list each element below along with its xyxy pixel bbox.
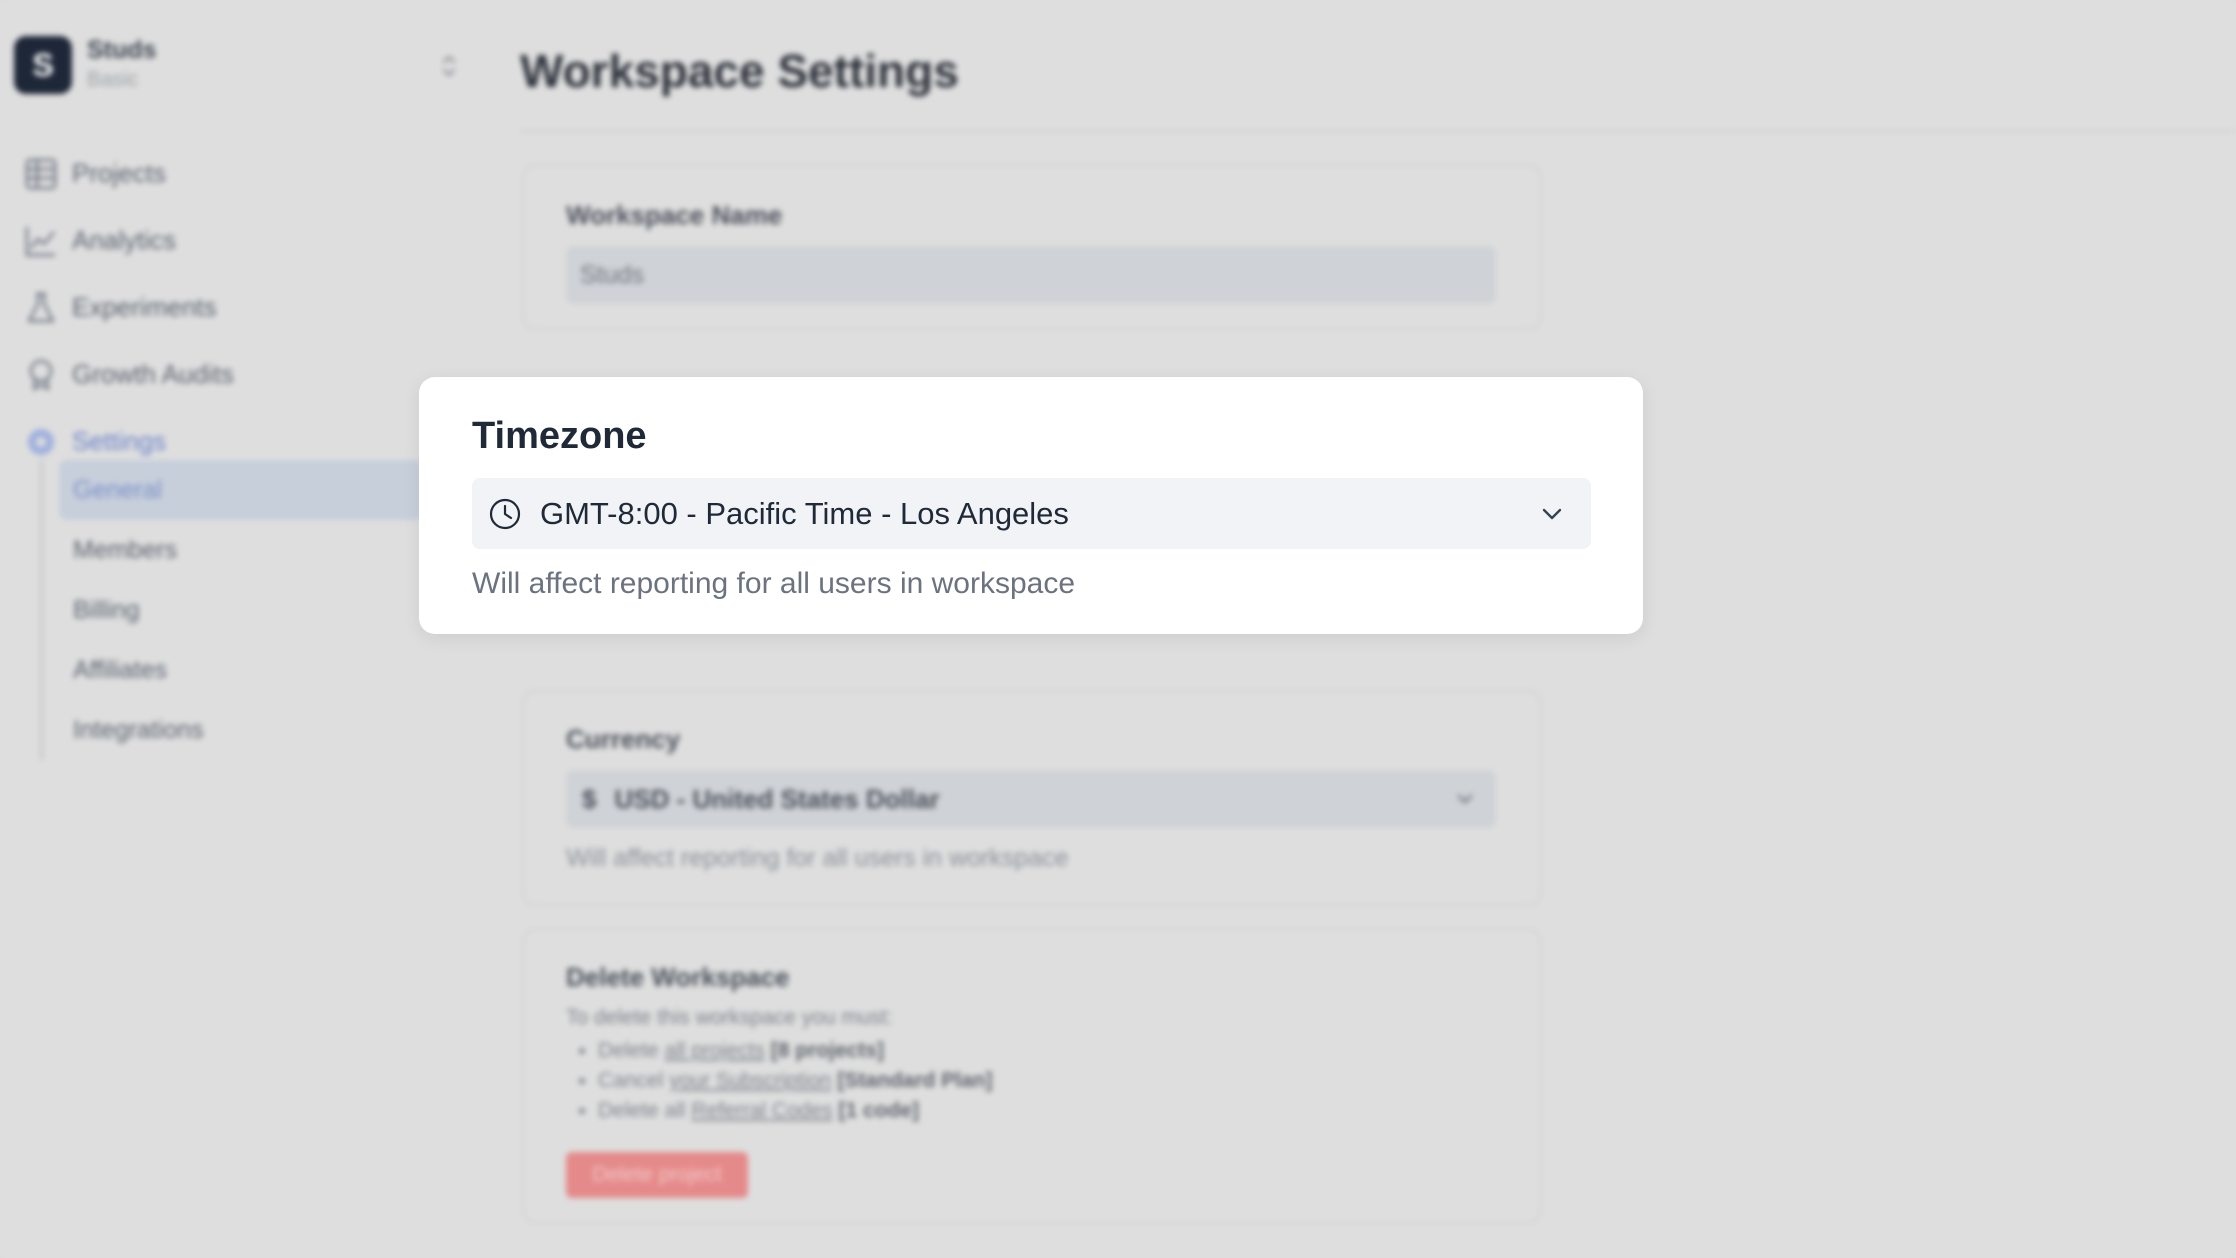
all-projects-link[interactable]: all projects (665, 1039, 765, 1062)
list-item: Delete all Referral Codes [1 code] (598, 1096, 993, 1126)
timezone-help-text: Will affect reporting for all users in w… (472, 567, 1076, 600)
workspace-plan: Basic (87, 68, 139, 91)
chart-line-icon (25, 226, 55, 256)
chevron-down-icon (1542, 508, 1562, 520)
sidebar-item-label: Analytics (72, 225, 177, 255)
timezone-title: Timezone (472, 415, 647, 457)
list-item: Delete all projects [8 projects] (598, 1036, 993, 1066)
timezone-select[interactable]: GMT-8:00 - Pacific Time - Los Angeles (472, 478, 1591, 549)
sidebar-item-label: Growth Audits (72, 359, 234, 389)
dollar-icon: $ (582, 783, 597, 814)
sidebar-nav: Projects Analytics Experiments Growth Au… (24, 140, 424, 475)
delete-requirements-list: Delete all projects [8 projects] Cancel … (566, 1036, 993, 1126)
subscription-link[interactable]: your Subscription (669, 1069, 831, 1092)
subnav-item-members[interactable]: Members (43, 520, 423, 580)
list-item: Cancel your Subscription [Standard Plan] (598, 1066, 993, 1096)
workspace-name: Studs (87, 36, 157, 64)
page-title: Workspace Settings (520, 45, 959, 97)
currency-label: Currency (566, 724, 681, 754)
sidebar-item-growth-audits[interactable]: Growth Audits (24, 341, 424, 408)
subnav-item-general[interactable]: General (59, 460, 423, 520)
currency-value: USD - United States Dollar (614, 783, 940, 814)
delete-intro-text: To delete this workspace you must: (566, 1006, 893, 1029)
workspace-name-label: Workspace Name (566, 200, 783, 230)
sidebar-item-experiments[interactable]: Experiments (24, 274, 424, 341)
workspace-switcher[interactable]: S Studs Basic (14, 36, 456, 98)
referral-codes-link[interactable]: Referral Codes (691, 1099, 832, 1122)
gear-icon (28, 428, 54, 455)
chevron-down-icon (1457, 794, 1473, 804)
sidebar-item-label: Projects (72, 158, 166, 188)
sidebar-item-analytics[interactable]: Analytics (24, 207, 424, 274)
subnav-item-billing[interactable]: Billing (43, 580, 423, 640)
subnav-item-affiliates[interactable]: Affiliates (43, 640, 423, 700)
timezone-card: Timezone GMT-8:00 - Pacific Time - Los A… (419, 377, 1643, 634)
title-divider (520, 130, 2236, 132)
clock-icon (489, 498, 521, 529)
delete-workspace-label: Delete Workspace (566, 962, 790, 992)
timezone-value: GMT-8:00 - Pacific Time - Los Angeles (540, 495, 1069, 531)
flask-icon (27, 292, 55, 322)
sidebar-item-label: Settings (72, 426, 166, 456)
workspace-name-input[interactable]: Studs (566, 246, 1496, 304)
badge-icon (29, 359, 53, 390)
delete-workspace-card: Delete Workspace To delete this workspac… (522, 928, 1542, 1224)
sidebar-item-label: Experiments (72, 292, 217, 322)
settings-subnav: General Members Billing Affiliates Integ… (40, 460, 423, 760)
workspace-name-card: Workspace Name Studs (522, 164, 1542, 330)
currency-help-text: Will affect reporting for all users in w… (566, 844, 1069, 872)
delete-project-button[interactable]: Delete project (566, 1152, 748, 1198)
currency-card: Currency $ USD - United States Dollar Wi… (522, 690, 1542, 906)
workspace-avatar: S (14, 36, 72, 94)
grid-icon (25, 158, 57, 189)
chevron-up-down-icon (442, 55, 456, 77)
app-root: S Studs Basic Projects Analytics Experim… (0, 0, 2236, 1258)
currency-select[interactable]: $ USD - United States Dollar (566, 770, 1496, 828)
sidebar-item-projects[interactable]: Projects (24, 140, 424, 207)
subnav-item-integrations[interactable]: Integrations (43, 700, 423, 760)
